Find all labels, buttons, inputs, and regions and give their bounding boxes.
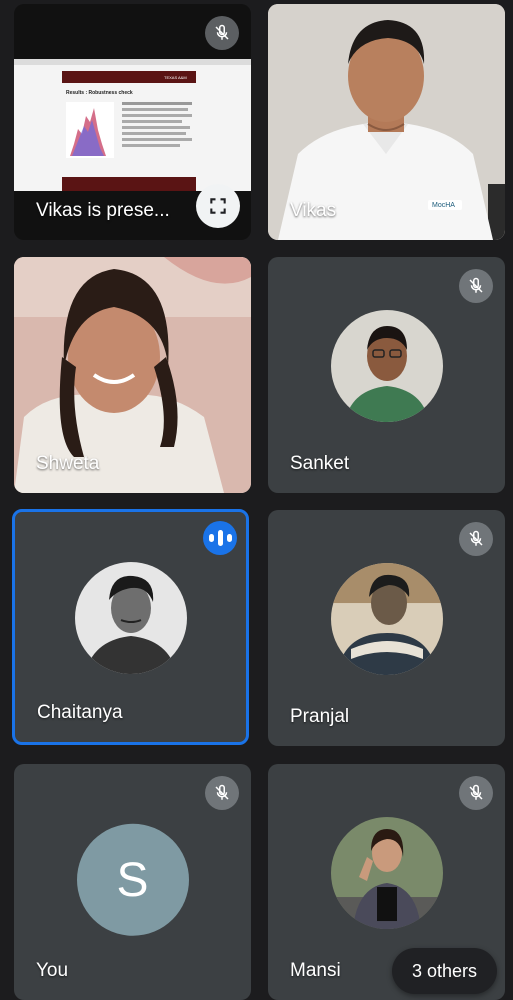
- participant-name: You: [36, 960, 69, 981]
- fullscreen-button[interactable]: [196, 184, 240, 228]
- avatar: [330, 310, 443, 423]
- avatar: [330, 563, 443, 676]
- others-button[interactable]: 3 others: [392, 948, 497, 994]
- mic-off-icon: [469, 530, 483, 546]
- presenter-label: Vikas is prese...: [36, 200, 170, 221]
- participant-tile-chaitanya[interactable]: Chaitanya: [12, 509, 249, 745]
- mic-off-icon: [215, 24, 229, 40]
- participant-tile-shweta[interactable]: Shweta: [14, 257, 251, 493]
- mic-off-icon: [469, 277, 483, 293]
- mic-off-badge: [459, 269, 493, 303]
- presenter-tile[interactable]: TEXAS A&M Results : Robustness check Vik…: [14, 4, 251, 240]
- audio-level-icon: [208, 534, 214, 542]
- participant-name: Sanket: [290, 453, 350, 474]
- participant-name: Pranjal: [290, 706, 350, 727]
- participant-tile-you[interactable]: S You: [14, 764, 251, 1000]
- mic-off-badge: [459, 522, 493, 556]
- participant-tile-sanket[interactable]: Sanket: [268, 257, 505, 493]
- speaking-indicator: [203, 521, 237, 555]
- mic-off-icon: [215, 784, 229, 800]
- avatar: [330, 817, 443, 930]
- participant-name: Shweta: [36, 453, 100, 474]
- mic-off-icon: [469, 784, 483, 800]
- mic-off-badge: [205, 16, 239, 50]
- avatar: [74, 562, 187, 675]
- fullscreen-icon: [210, 198, 226, 214]
- slide-logo: TEXAS A&M: [164, 75, 187, 80]
- avatar: S: [76, 823, 189, 936]
- slide-title: Results : Robustness check: [66, 90, 133, 96]
- participant-tile-pranjal[interactable]: Pranjal: [268, 510, 505, 746]
- mic-off-badge: [459, 776, 493, 810]
- shirt-logo: MocHA: [432, 202, 455, 209]
- mic-off-badge: [205, 776, 239, 810]
- participant-name: Mansi: [290, 960, 341, 981]
- participant-name: Chaitanya: [37, 702, 123, 723]
- participant-tile-vikas[interactable]: MocHA Vikas: [268, 4, 505, 240]
- participant-name: Vikas: [290, 200, 337, 221]
